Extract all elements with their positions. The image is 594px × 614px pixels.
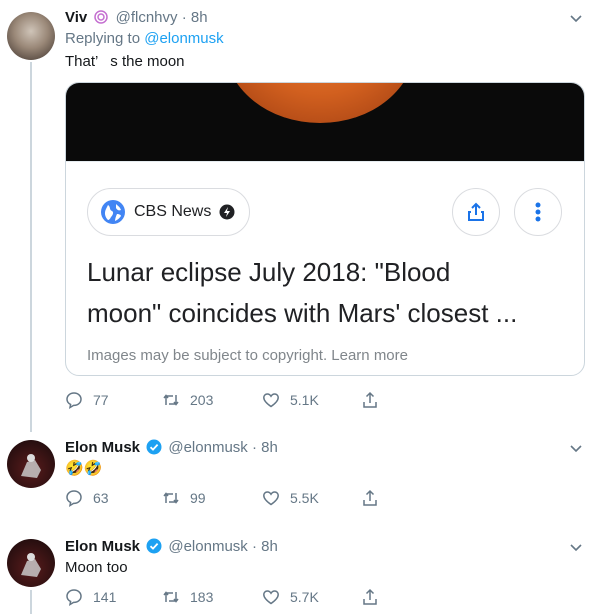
action-bar: 141 183 5.7K <box>65 588 465 608</box>
source-name: CBS News <box>134 203 212 220</box>
share-icon <box>468 202 484 221</box>
display-name[interactable]: Viv <box>65 9 87 26</box>
avatar[interactable] <box>7 539 55 587</box>
share-tweet-icon <box>363 588 377 605</box>
action-bar: 63 99 5.5K <box>65 489 465 509</box>
source-chip[interactable]: CBS News <box>87 188 251 236</box>
retweet-action[interactable]: 99 <box>162 489 206 507</box>
verified-icon <box>146 439 162 455</box>
card-more-button[interactable] <box>514 188 562 236</box>
tweet-text: That’ s the moon <box>65 53 185 70</box>
reply-icon <box>66 490 82 507</box>
avatar-figure-icon <box>21 454 41 478</box>
share-tweet-icon <box>363 489 377 506</box>
tweet-header: Elon Musk @elonmusk · 8h <box>65 438 278 458</box>
replying-to: Replying to @elonmusk <box>65 30 224 47</box>
timeline: Viv @flcnhvy · 8h Replying to @elonmusk … <box>0 0 594 614</box>
dot-separator: · <box>251 439 262 456</box>
retweet-count: 203 <box>190 392 214 408</box>
handle[interactable]: @elonmusk <box>168 439 247 456</box>
display-name[interactable]: Elon Musk <box>65 538 140 555</box>
reply-icon <box>66 392 82 409</box>
headline-line-1: Lunar eclipse July 2018: "Blood <box>87 257 451 287</box>
retweet-count: 183 <box>190 589 214 605</box>
amp-bolt-icon <box>219 204 235 220</box>
retweet-action[interactable]: 203 <box>162 391 213 409</box>
like-count: 5.5K <box>290 490 319 506</box>
globe-icon <box>101 200 125 224</box>
card-body: CBS News Lunar eclipse July 2018: "Blood… <box>66 161 584 375</box>
headline-line-2: moon" coincides with Mars' closest ... <box>87 298 518 328</box>
reply-action[interactable]: 63 <box>65 489 109 507</box>
retweet-icon <box>163 591 179 603</box>
chevron-down-icon[interactable] <box>568 440 584 456</box>
action-bar: 77 203 5.1K <box>65 391 465 411</box>
blood-moon <box>225 83 415 123</box>
like-count: 5.7K <box>290 589 319 605</box>
dot-separator: · <box>251 538 262 555</box>
card-headline[interactable]: Lunar eclipse July 2018: "Blood moon" co… <box>87 252 577 334</box>
like-action[interactable]: 5.7K <box>262 588 319 606</box>
card-share-button[interactable] <box>452 188 500 236</box>
reply-action[interactable]: 77 <box>65 391 109 409</box>
like-action[interactable]: 5.5K <box>262 489 319 507</box>
retweet-icon <box>163 492 179 504</box>
timestamp[interactable]: 8h <box>261 439 278 456</box>
tweet-elon-1[interactable]: Elon Musk @elonmusk · 8h 🤣🤣 63 99 5.5K <box>0 438 594 518</box>
reply-count: 77 <box>93 392 109 408</box>
reply-count: 63 <box>93 490 109 506</box>
retweet-count: 99 <box>190 490 206 506</box>
tweet-text: Moon too <box>65 559 128 576</box>
sticker-icon <box>94 10 109 24</box>
reply-action[interactable]: 141 <box>65 588 116 606</box>
timestamp[interactable]: 8h <box>191 9 208 26</box>
tweet-elon-2[interactable]: Elon Musk @elonmusk · 8h Moon too 141 18… <box>0 537 594 614</box>
handle[interactable]: @elonmusk <box>168 538 247 555</box>
copyright-note: Images may be subject to copyright. Lear… <box>87 347 408 364</box>
share-tweet-action[interactable] <box>361 391 379 409</box>
avatar[interactable] <box>7 12 55 60</box>
more-vertical-icon <box>535 202 541 222</box>
like-action[interactable]: 5.1K <box>262 391 319 409</box>
avatar-figure-icon <box>21 553 41 577</box>
share-tweet-action[interactable] <box>361 489 379 507</box>
card-image[interactable] <box>66 83 584 161</box>
like-icon <box>263 491 279 506</box>
timestamp[interactable]: 8h <box>261 538 278 555</box>
tweet-text: 🤣🤣 <box>65 460 103 477</box>
reply-icon <box>66 589 82 606</box>
tweet-viv[interactable]: Viv @flcnhvy · 8h Replying to @elonmusk … <box>0 8 594 428</box>
verified-icon <box>146 538 162 554</box>
replying-to-label: Replying to <box>65 30 141 47</box>
handle[interactable]: @flcnhvy <box>116 9 178 26</box>
tweet-header: Viv @flcnhvy · 8h <box>65 8 208 28</box>
like-icon <box>263 590 279 605</box>
share-tweet-icon <box>363 391 377 408</box>
reply-handle-link[interactable]: @elonmusk <box>144 30 223 47</box>
like-icon <box>263 393 279 408</box>
link-card[interactable]: CBS News Lunar eclipse July 2018: "Blood… <box>65 82 585 376</box>
dot-separator: · <box>181 9 191 26</box>
display-name[interactable]: Elon Musk <box>65 439 140 456</box>
chevron-down-icon[interactable] <box>568 539 584 555</box>
share-tweet-action[interactable] <box>361 588 379 606</box>
retweet-icon <box>163 394 179 406</box>
tweet-header: Elon Musk @elonmusk · 8h <box>65 537 278 557</box>
like-count: 5.1K <box>290 392 319 408</box>
retweet-action[interactable]: 183 <box>162 588 213 606</box>
reply-count: 141 <box>93 589 117 605</box>
avatar[interactable] <box>7 440 55 488</box>
chevron-down-icon[interactable] <box>568 10 584 26</box>
